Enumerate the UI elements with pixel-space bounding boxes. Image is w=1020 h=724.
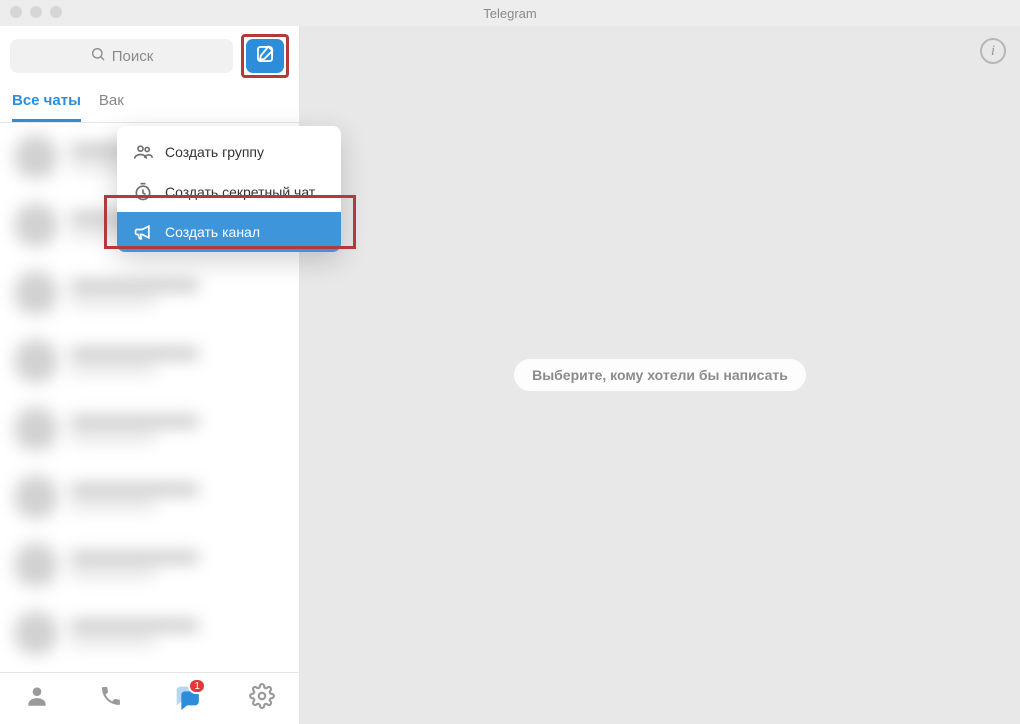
titlebar: Telegram xyxy=(0,0,1020,26)
main-pane: i Выберите, кому хотели бы написать xyxy=(300,26,1020,724)
close-window-icon[interactable] xyxy=(10,6,22,18)
avatar xyxy=(14,203,58,247)
search-icon xyxy=(90,46,106,66)
chats-tab[interactable]: 1 xyxy=(172,682,200,715)
empty-state-hint: Выберите, кому хотели бы написать xyxy=(514,359,806,391)
avatar xyxy=(14,407,58,451)
list-item[interactable] xyxy=(0,531,299,599)
chat-icon xyxy=(172,697,200,714)
contacts-tab[interactable] xyxy=(24,683,50,714)
info-icon: i xyxy=(991,43,995,60)
avatar xyxy=(14,475,58,519)
avatar xyxy=(14,339,58,383)
minimize-window-icon[interactable] xyxy=(30,6,42,18)
search-input[interactable]: Поиск xyxy=(10,39,233,73)
list-item[interactable] xyxy=(0,327,299,395)
phone-icon xyxy=(99,695,123,712)
compose-icon xyxy=(255,44,275,69)
tab-all-chats[interactable]: Все чаты xyxy=(12,92,81,122)
settings-tab[interactable] xyxy=(249,683,275,714)
window-title: Telegram xyxy=(483,6,536,21)
avatar xyxy=(14,271,58,315)
zoom-window-icon[interactable] xyxy=(50,6,62,18)
compose-highlight xyxy=(241,34,289,78)
menu-label: Создать канал xyxy=(165,224,260,240)
folder-tabs: Все чаты Вак xyxy=(0,86,299,123)
person-icon xyxy=(24,696,50,713)
app-frame: Поиск Все чаты Вак xyxy=(0,26,1020,724)
compose-menu: Создать группу Создать секретный чат Соз… xyxy=(117,126,341,252)
search-placeholder: Поиск xyxy=(112,48,154,65)
list-item[interactable] xyxy=(0,259,299,327)
list-item[interactable] xyxy=(0,599,299,667)
list-item[interactable] xyxy=(0,395,299,463)
gear-icon xyxy=(249,696,275,713)
info-button[interactable]: i xyxy=(980,38,1006,64)
timer-icon xyxy=(133,182,153,202)
unread-badge: 1 xyxy=(188,678,206,694)
list-item[interactable] xyxy=(0,463,299,531)
calls-tab[interactable] xyxy=(99,684,123,713)
megaphone-icon xyxy=(133,222,153,242)
group-icon xyxy=(133,142,153,162)
menu-label: Создать секретный чат xyxy=(165,184,315,200)
menu-create-channel[interactable]: Создать канал xyxy=(117,212,341,252)
avatar xyxy=(14,135,58,179)
menu-create-group[interactable]: Создать группу xyxy=(117,132,341,172)
bottom-tabbar: 1 xyxy=(0,672,299,724)
menu-label: Создать группу xyxy=(165,144,264,160)
search-row: Поиск xyxy=(0,26,299,86)
avatar xyxy=(14,611,58,655)
avatar xyxy=(14,543,58,587)
compose-button[interactable] xyxy=(246,39,284,73)
menu-create-secret-chat[interactable]: Создать секретный чат xyxy=(117,172,341,212)
window-controls[interactable] xyxy=(10,6,62,18)
tab-important[interactable]: Вак xyxy=(99,92,124,122)
